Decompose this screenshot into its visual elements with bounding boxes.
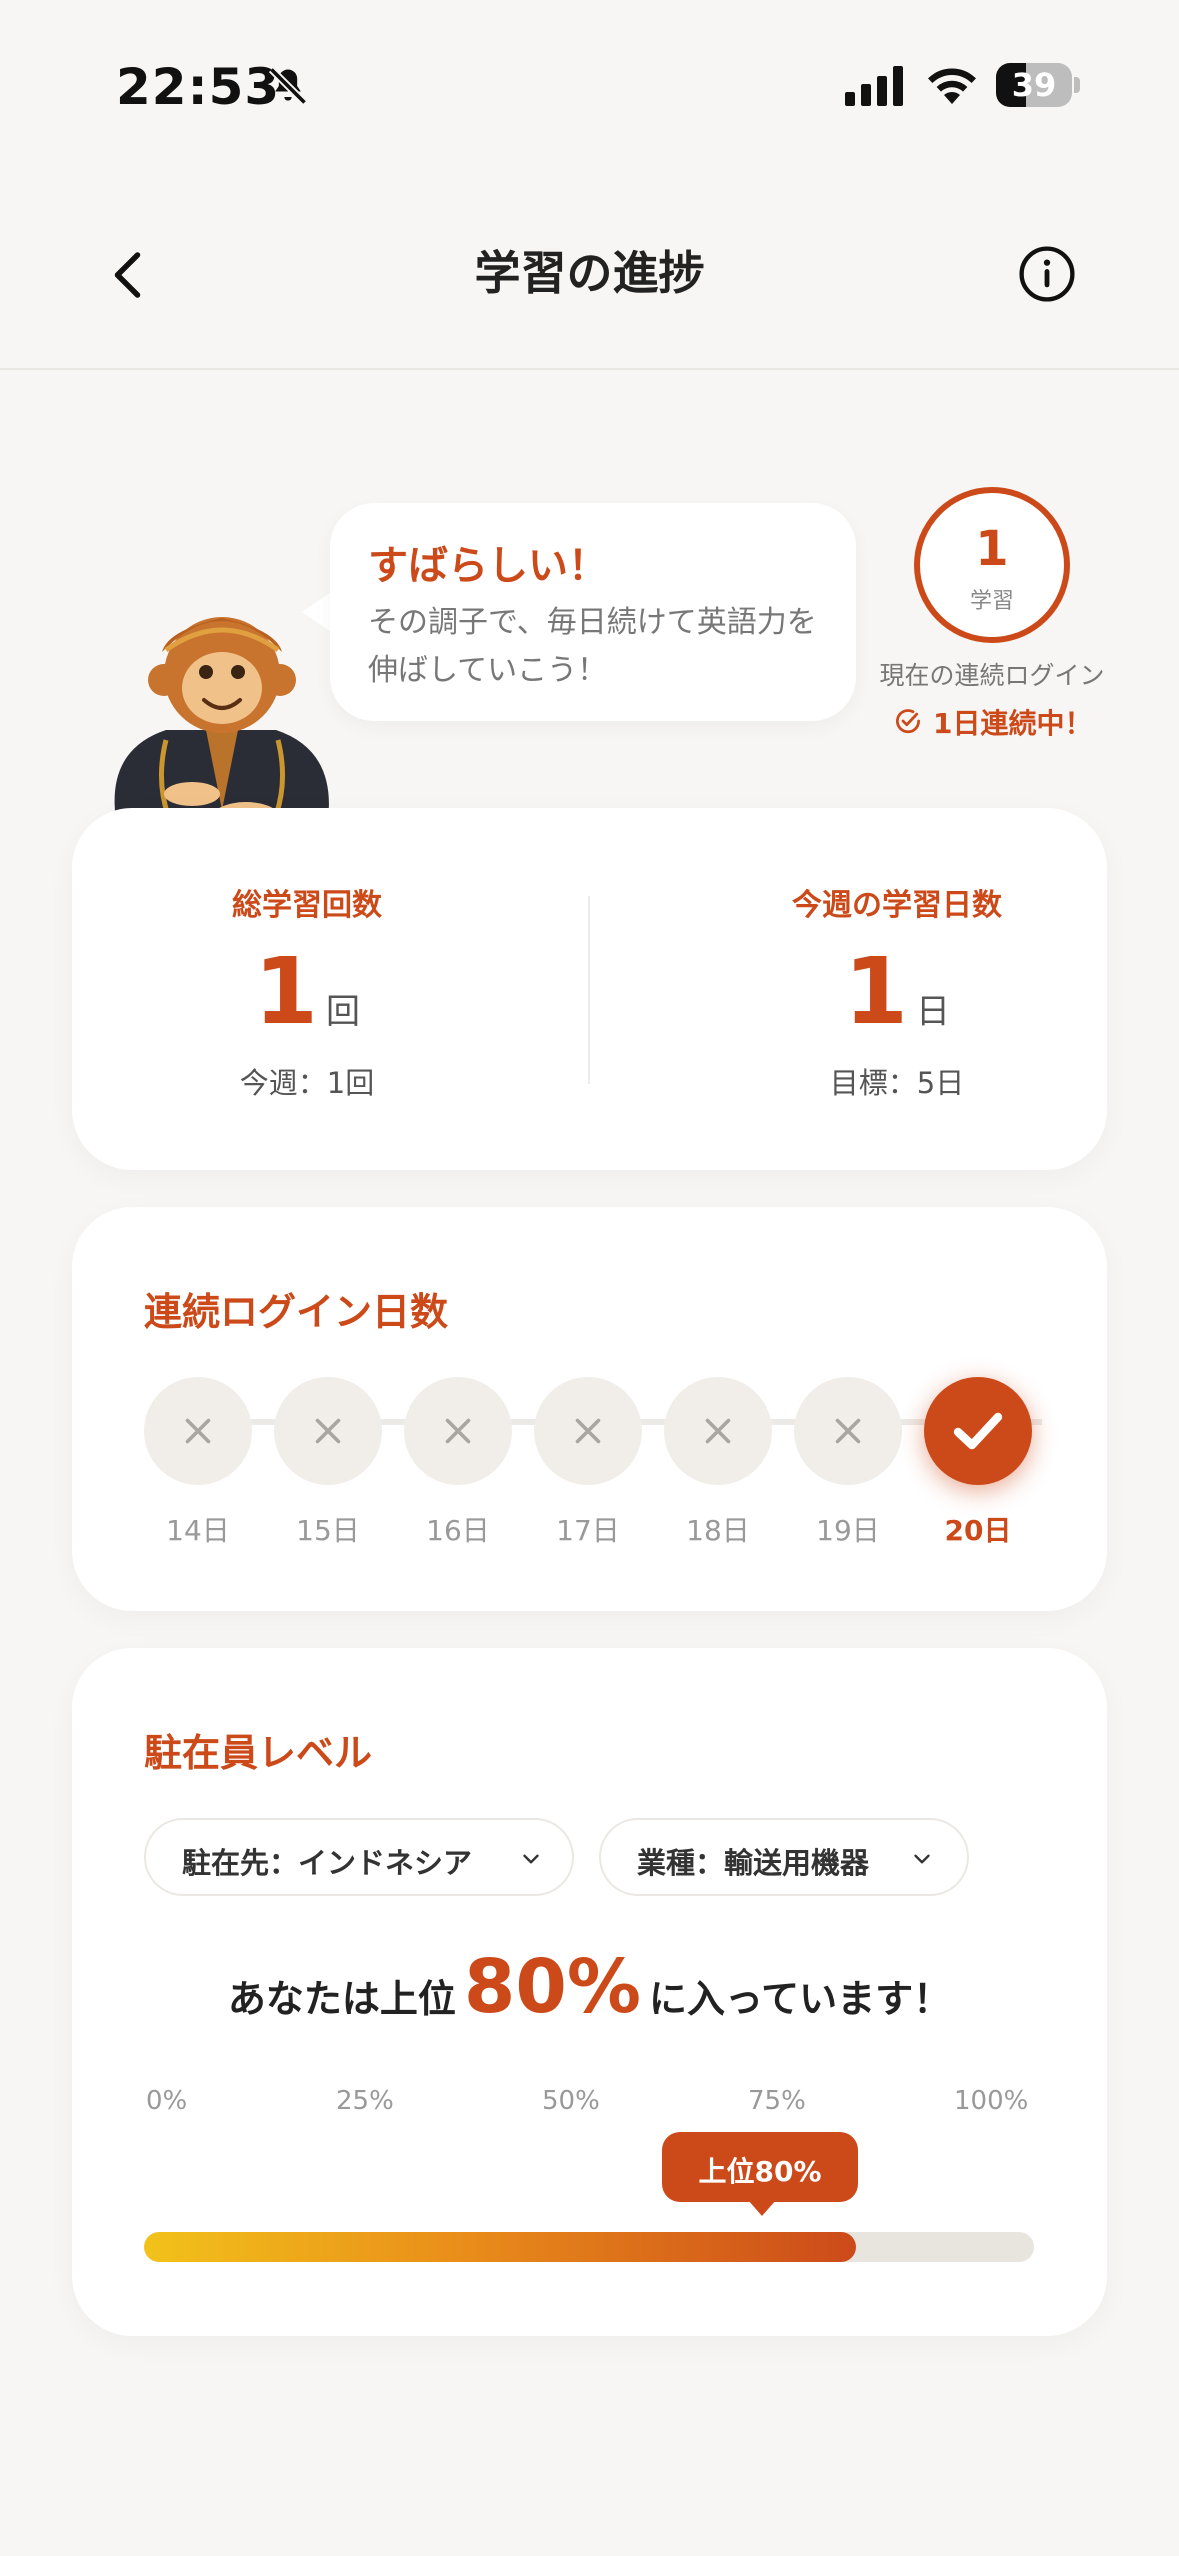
login-day-item: 20日 xyxy=(924,1377,1032,1557)
expat-level-title: 駐在員レベル xyxy=(144,1731,373,1775)
week-days-label: 今週の学習日数 xyxy=(792,888,1002,923)
speech-bubble: すばらしい！ その調子で、毎日続けて英語力を伸ばしていこう！ xyxy=(330,503,856,721)
battery-level: 39 xyxy=(1011,66,1057,104)
login-streak-title: 連続ログイン日数 xyxy=(144,1290,449,1334)
x-mark-circle xyxy=(144,1377,252,1485)
x-icon xyxy=(575,1418,601,1444)
total-sessions-unit: 回 xyxy=(326,992,360,1032)
x-mark-circle xyxy=(664,1377,772,1485)
chevron-down-icon xyxy=(523,1854,539,1864)
week-days-stat: 今週の学習日数 1日 目標：5日 xyxy=(662,808,1132,1170)
rank-tooltip: 上位80% xyxy=(662,2132,858,2216)
login-day-label: 18日 xyxy=(686,1514,750,1547)
total-sessions-sub: 今週：1回 xyxy=(239,1066,375,1100)
login-day-item: 17日 xyxy=(534,1377,642,1557)
chevron-down-icon xyxy=(914,1854,930,1864)
streak-ring: 1 学習 xyxy=(914,487,1070,643)
x-icon xyxy=(445,1418,471,1444)
rank-progress-track xyxy=(144,2232,1034,2262)
scale-label-25: 25% xyxy=(336,2086,394,2116)
x-icon xyxy=(315,1418,341,1444)
x-mark-circle xyxy=(534,1377,642,1485)
login-day-label: 14日 xyxy=(166,1514,230,1547)
login-day-label: 20日 xyxy=(944,1514,1012,1547)
rank-value: 80% xyxy=(463,1944,642,2030)
login-day-label: 15日 xyxy=(296,1514,360,1547)
expat-level-card: 駐在員レベル 駐在先：インドネシア 業種：輸送用機器 あなたは上位 80% に入って… xyxy=(72,1648,1107,2336)
x-icon xyxy=(705,1418,731,1444)
streak-count: 1 xyxy=(975,521,1009,577)
total-sessions-value-row: 1回 xyxy=(72,938,542,1045)
x-icon xyxy=(185,1418,211,1444)
x-mark-circle xyxy=(274,1377,382,1485)
industry-select-label: 業種：輸送用機器 xyxy=(637,1846,870,1880)
status-bar: 22:53 39 xyxy=(0,0,1179,175)
location-select-label: 駐在先：インドネシア xyxy=(182,1846,473,1880)
rank-tooltip-label: 上位80% xyxy=(698,2155,822,2188)
week-days-value: 1 xyxy=(843,938,908,1045)
industry-select[interactable]: 業種：輸送用機器 xyxy=(599,1818,969,1896)
total-sessions-stat: 総学習回数 1回 今週：1回 xyxy=(72,808,542,1170)
login-day-label: 19日 xyxy=(816,1514,880,1547)
stats-divider xyxy=(588,896,590,1084)
total-sessions-value: 1 xyxy=(253,938,318,1045)
x-mark-circle xyxy=(794,1377,902,1485)
streak-unit: 学習 xyxy=(969,589,1014,614)
login-day-item: 14日 xyxy=(144,1377,252,1557)
login-day-item: 15日 xyxy=(274,1377,382,1557)
streak-caption: 現在の連続ログイン xyxy=(879,661,1105,690)
streak-status: 1日連続中！ xyxy=(893,702,1103,740)
streak-status-label: 1日連続中！ xyxy=(933,707,1093,740)
wifi-icon xyxy=(928,68,976,104)
week-days-sub: 目標：5日 xyxy=(829,1066,965,1100)
check-circle-icon xyxy=(896,709,921,734)
checkmark-circle xyxy=(924,1377,1032,1485)
check-icon xyxy=(953,1412,1003,1450)
x-mark-circle xyxy=(404,1377,512,1485)
page-title: 学習の進捗 xyxy=(474,246,705,300)
login-day-item: 16日 xyxy=(404,1377,512,1557)
login-day-label: 16日 xyxy=(426,1514,490,1547)
location-select[interactable]: 駐在先：インドネシア xyxy=(144,1818,574,1896)
nav-bar: 学習の進捗 xyxy=(0,175,1179,370)
login-day-item: 19日 xyxy=(794,1377,902,1557)
scale-label-100: 100% xyxy=(954,2086,1029,2116)
login-streak-card: 連続ログイン日数 14日 15日 16日 17日 18日 19日 20日 xyxy=(72,1207,1107,1611)
week-days-value-row: 1日 xyxy=(662,938,1132,1045)
rank-suffix: に入っています！ xyxy=(649,1977,952,2021)
login-day-item: 18日 xyxy=(664,1377,772,1557)
rank-prefix: あなたは上位 xyxy=(227,1977,456,2021)
info-icon[interactable] xyxy=(1018,245,1076,303)
stats-card: 総学習回数 1回 今週：1回 今週の学習日数 1日 目標：5日 xyxy=(72,808,1107,1170)
cellular-signal-icon xyxy=(845,66,903,106)
x-icon xyxy=(835,1418,861,1444)
rank-progress-fill xyxy=(144,2232,856,2262)
login-day-label: 17日 xyxy=(556,1514,620,1547)
week-days-unit: 日 xyxy=(916,992,950,1032)
status-time: 22:53 xyxy=(116,58,281,116)
scale-label-75: 75% xyxy=(748,2086,806,2116)
total-sessions-label: 総学習回数 xyxy=(232,888,382,923)
battery-icon: 39 xyxy=(996,63,1080,107)
scale-label-0: 0% xyxy=(146,2086,188,2116)
bell-slash-icon xyxy=(268,66,308,106)
bubble-title: すばらしい！ xyxy=(368,543,608,589)
rank-statement: あなたは上位 80% に入っています！ xyxy=(72,1944,1107,2030)
bubble-text: その調子で、毎日続けて英語力を伸ばしていこう！ xyxy=(368,605,817,688)
scale-label-50: 50% xyxy=(542,2086,600,2116)
